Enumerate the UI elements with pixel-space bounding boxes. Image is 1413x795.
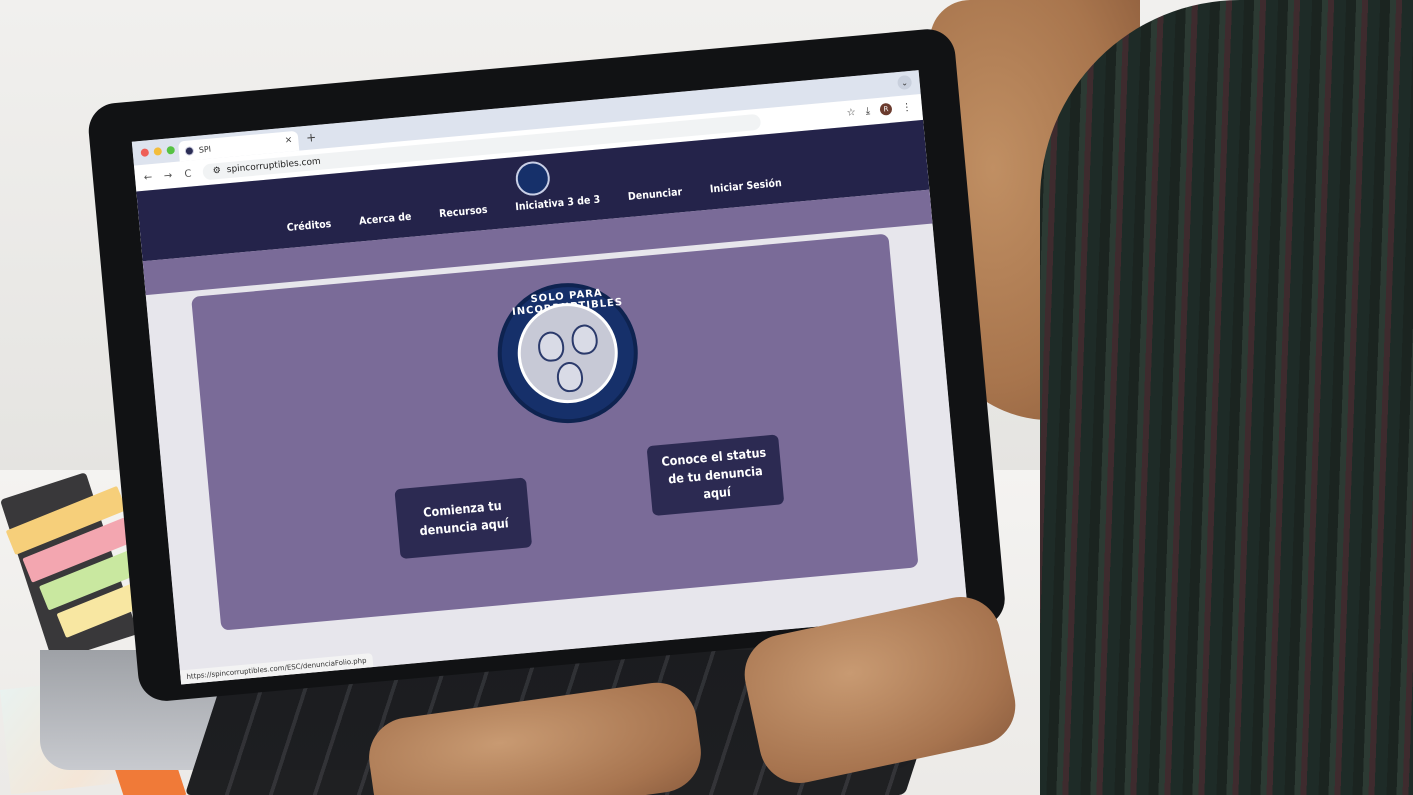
menu-kebab-icon[interactable]: ⋮ <box>901 101 912 113</box>
new-tab-button[interactable]: + <box>306 130 317 145</box>
back-icon[interactable]: ← <box>141 171 156 184</box>
mask-icon <box>536 330 566 363</box>
window-controls <box>140 145 176 157</box>
maximize-window-button[interactable] <box>166 145 176 155</box>
site-info-icon[interactable]: ⚙ <box>212 166 221 177</box>
header-logo[interactable] <box>514 160 552 198</box>
reload-icon[interactable]: C <box>180 168 195 180</box>
mask-icon <box>570 323 599 356</box>
url-text: spincorruptibles.com <box>226 156 322 176</box>
tab-search-icon[interactable]: ⌄ <box>896 74 913 91</box>
minimize-window-button[interactable] <box>153 147 163 156</box>
laptop-screen: SPI × + ⌄ ← → C ⚙ spincorruptibles.com ☆… <box>131 70 968 685</box>
laptop: SPI × + ⌄ ← → C ⚙ spincorruptibles.com ☆… <box>80 0 1014 704</box>
hero-card: SOLO PARA INCORRUPTIBLES Comienza tu den… <box>191 233 919 631</box>
mask-icon <box>555 360 585 394</box>
profile-avatar[interactable]: R <box>879 102 893 116</box>
start-report-button[interactable]: Comienza tu denuncia aquí <box>394 477 533 560</box>
tab-title: SPI <box>198 144 212 155</box>
bookmark-star-icon[interactable]: ☆ <box>846 107 856 119</box>
person-hair <box>1040 0 1413 795</box>
spi-logo: SOLO PARA INCORRUPTIBLES <box>491 277 644 430</box>
laptop-bezel: SPI × + ⌄ ← → C ⚙ spincorruptibles.com ☆… <box>86 26 1008 704</box>
website: Créditos Acerca de Recursos Iniciativa 3… <box>136 119 968 685</box>
download-icon[interactable]: ⤓ <box>865 105 870 116</box>
tab-close-icon[interactable]: × <box>284 135 292 146</box>
close-window-button[interactable] <box>140 148 150 157</box>
favicon-icon <box>184 145 195 156</box>
check-status-button[interactable]: Conoce el status de tu denuncia aquí <box>646 434 785 517</box>
forward-icon[interactable]: → <box>161 169 176 182</box>
status-bar-url: https://spincorruptibles.com/ESC/denunci… <box>179 653 374 685</box>
toolbar-actions: ☆ ⤓ R ⋮ <box>846 101 912 119</box>
